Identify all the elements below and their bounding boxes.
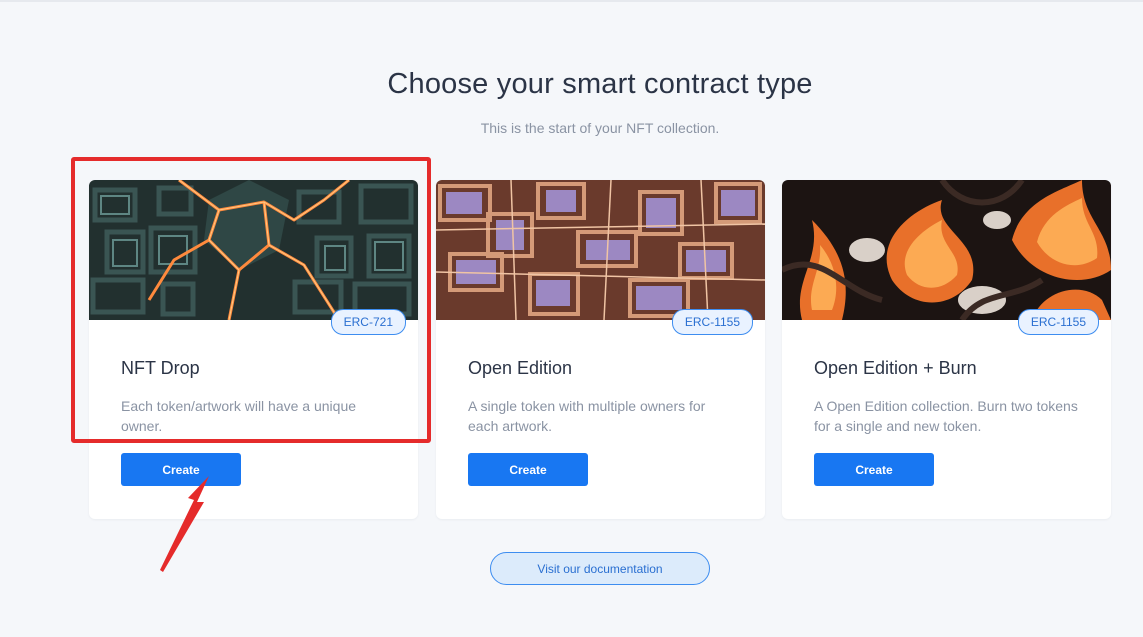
card-description: Each token/artwork will have a unique ow… bbox=[121, 398, 357, 434]
card-image-open-edition-burn bbox=[782, 180, 1111, 320]
visit-documentation-button[interactable]: Visit our documentation bbox=[490, 552, 710, 585]
create-button-open-edition[interactable]: Create bbox=[468, 453, 588, 486]
top-divider bbox=[0, 0, 1143, 2]
contract-card-nft-drop[interactable]: ERC-721 NFT Drop Each token/artwork will… bbox=[89, 180, 418, 519]
card-title: Open Edition + Burn bbox=[814, 358, 977, 378]
standard-badge: ERC-1155 bbox=[671, 309, 753, 335]
contract-card-open-edition-burn[interactable]: ERC-1155 Open Edition + Burn A Open Edit… bbox=[782, 180, 1111, 519]
standard-badge: ERC-1155 bbox=[1017, 309, 1099, 335]
card-image-nft-drop bbox=[89, 180, 418, 320]
create-button-nft-drop[interactable]: Create bbox=[121, 453, 241, 486]
page-title: Choose your smart contract type bbox=[387, 68, 813, 100]
create-button-open-edition-burn[interactable]: Create bbox=[814, 453, 934, 486]
card-title: Open Edition bbox=[468, 358, 573, 378]
standard-badge: ERC-721 bbox=[330, 309, 406, 335]
page-subtitle: This is the start of your NFT collection… bbox=[480, 120, 720, 136]
card-description: A single token with multiple owners for … bbox=[468, 398, 706, 434]
card-title: NFT Drop bbox=[121, 358, 200, 378]
card-image-open-edition bbox=[436, 180, 765, 320]
card-description: A Open Edition collection. Burn two toke… bbox=[814, 398, 1078, 434]
contract-card-open-edition[interactable]: ERC-1155 Open Edition A single token wit… bbox=[436, 180, 765, 519]
